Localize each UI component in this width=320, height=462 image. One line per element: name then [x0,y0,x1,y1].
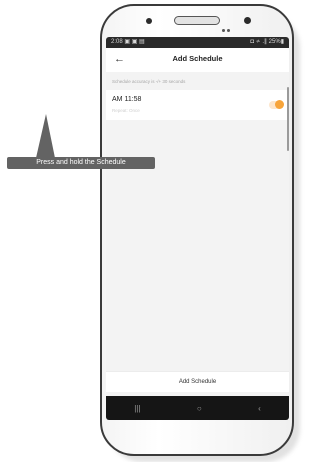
home-icon[interactable]: ○ [197,404,202,413]
earpiece-speaker [174,16,220,25]
toggle-knob [275,100,284,109]
add-schedule-button[interactable]: Add Schedule [106,371,289,392]
android-nav-bar: ||| ○ ‹ [106,396,289,420]
status-bar: 2:08 ▣ ▣ ▤ ◘ ≁ .∥ 25%▮ [106,37,289,48]
schedule-toggle[interactable] [269,100,284,109]
scrollbar[interactable] [287,87,289,151]
status-time: 2:08 [111,39,123,45]
status-right: ◘ ≁ .∥ 25%▮ [250,39,284,45]
schedule-item[interactable]: AM 11:58 Repeat: Once [106,90,289,120]
notification-icons: ▣ ▣ ▤ [124,39,145,45]
schedule-accuracy-hint: Schedule accuracy is -/+ 30 seconds [112,79,186,84]
status-left: 2:08 ▣ ▣ ▤ [111,37,145,48]
app-bar: ← Add Schedule [106,48,289,72]
recents-icon[interactable]: ||| [134,404,140,413]
schedule-subtitle: Repeat: Once [112,108,140,113]
proximity-sensors [222,19,234,32]
front-camera-icon [244,17,251,24]
phone-chin [108,422,286,450]
phone-screen: 2:08 ▣ ▣ ▤ ◘ ≁ .∥ 25%▮ ← Add Schedule Sc… [106,37,289,420]
instruction-callout: Press and hold the Schedule [7,157,155,169]
page-title: Add Schedule [172,54,223,63]
front-sensor-icon [146,18,152,24]
schedule-time: AM 11:58 [112,96,142,103]
nav-back-icon[interactable]: ‹ [258,404,261,413]
